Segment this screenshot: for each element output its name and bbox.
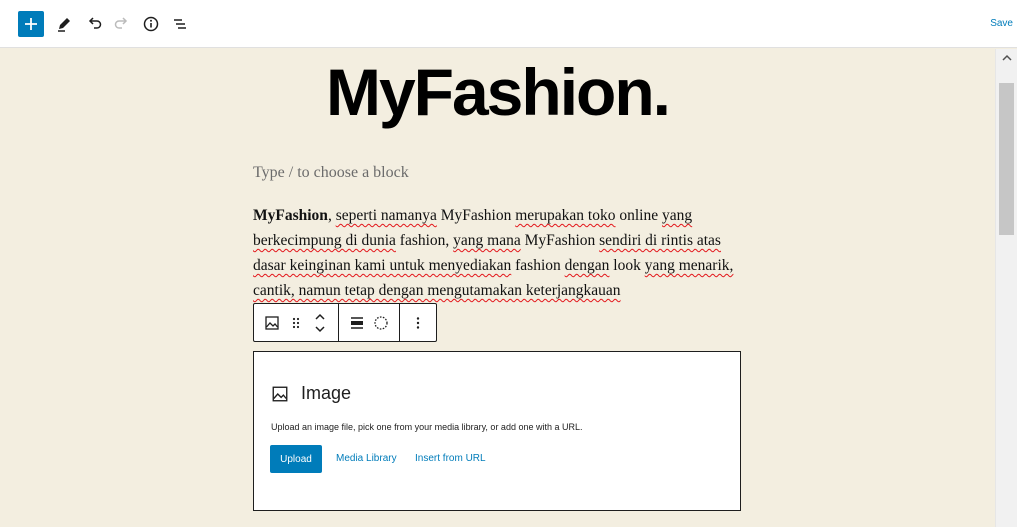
- paragraph-text-segment: look: [609, 257, 645, 274]
- image-icon: [265, 315, 279, 330]
- add-block-button[interactable]: [18, 11, 44, 37]
- duotone-icon: [374, 315, 388, 330]
- spellcheck-flagged-text: merupakan toko: [515, 207, 616, 224]
- block-toolbar: [253, 303, 437, 342]
- block-toolbar-group-block: [254, 304, 339, 341]
- paragraph-text-segment: MyFashion: [520, 232, 600, 249]
- block-type-button[interactable]: [260, 311, 284, 335]
- more-options-button[interactable]: [406, 311, 430, 335]
- redo-button[interactable]: [110, 12, 134, 36]
- image-block-instructions: Upload an image file, pick one from your…: [271, 422, 583, 432]
- image-icon: [272, 386, 288, 401]
- list-view-button[interactable]: [168, 12, 192, 36]
- info-icon: [143, 16, 159, 32]
- list-view-icon: [174, 19, 186, 29]
- paragraph-text-segment: MyFashion: [436, 207, 516, 224]
- upload-button[interactable]: Upload: [270, 445, 322, 473]
- save-draft-link[interactable]: Save: [990, 18, 1013, 29]
- scroll-up-arrow[interactable]: [996, 49, 1017, 67]
- paragraph-block[interactable]: MyFashion, seperti namanya MyFashion mer…: [253, 203, 743, 303]
- vertical-scrollbar[interactable]: [995, 49, 1017, 527]
- image-block-placeholder[interactable]: Image Upload an image file, pick one fro…: [253, 351, 741, 511]
- duotone-button[interactable]: [369, 311, 393, 335]
- paragraph-text-segment: fashion,: [395, 232, 454, 249]
- site-title[interactable]: MyFashion.: [0, 57, 995, 127]
- undo-button[interactable]: [82, 12, 106, 36]
- scrollbar-thumb[interactable]: [999, 83, 1014, 235]
- media-library-button[interactable]: Media Library: [336, 453, 397, 464]
- paragraph-text-segment: ,: [327, 207, 336, 224]
- align-button[interactable]: [345, 311, 369, 335]
- paragraph-text-segment: fashion: [511, 257, 565, 274]
- spellcheck-flagged-text: dengan: [564, 257, 610, 274]
- pencil-icon: [58, 18, 70, 32]
- chevron-up-icon: [1002, 54, 1012, 61]
- block-toolbar-group-more: [400, 304, 436, 341]
- paragraph-bold-word: MyFashion: [253, 207, 328, 224]
- details-button[interactable]: [139, 12, 163, 36]
- spellcheck-flagged-text: seperti namanya: [335, 207, 437, 224]
- drag-handle[interactable]: [284, 311, 308, 335]
- plus-icon: [25, 18, 37, 30]
- align-icon: [351, 316, 363, 329]
- undo-icon: [88, 17, 102, 29]
- drag-handle-icon: [292, 317, 300, 328]
- redo-icon: [114, 17, 128, 29]
- image-block-title: Image: [301, 383, 352, 403]
- insert-from-url-button[interactable]: Insert from URL: [415, 453, 486, 464]
- tools-button[interactable]: [52, 12, 76, 36]
- block-toolbar-group-align: [339, 304, 400, 341]
- spellcheck-flagged-text: yang mana: [453, 232, 521, 249]
- image-block-header: Image: [271, 383, 351, 404]
- move-up-down-button[interactable]: [308, 311, 332, 335]
- editor-top-toolbar: Save: [0, 0, 1017, 48]
- move-up-down-icon: [315, 313, 325, 332]
- paragraph-text-segment: online: [615, 207, 662, 224]
- block-placeholder[interactable]: Type / to choose a block: [253, 164, 409, 182]
- more-options-icon: [416, 316, 420, 329]
- editor-canvas: MyFashion. Type / to choose a block MyFa…: [0, 49, 995, 527]
